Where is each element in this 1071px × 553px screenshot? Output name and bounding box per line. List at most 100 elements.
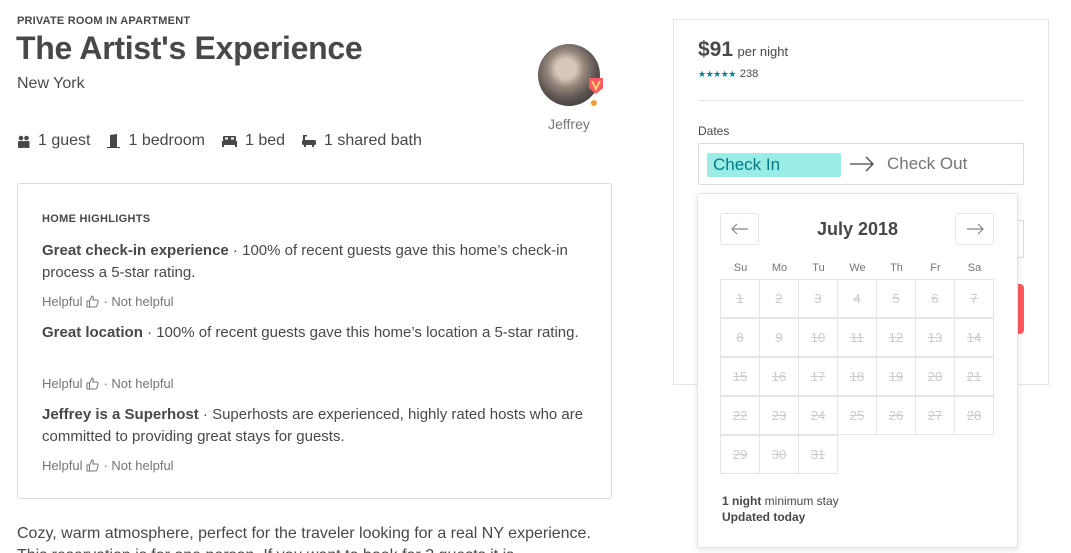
calendar-day-blocked: 9 bbox=[759, 318, 799, 357]
host-name[interactable]: Jeffrey bbox=[532, 116, 606, 132]
door-icon bbox=[107, 134, 121, 148]
highlight-title: Great check-in experience bbox=[42, 242, 229, 259]
calendar-day-blocked: 28 bbox=[954, 396, 994, 435]
calendar-day-blocked: 7 bbox=[954, 279, 994, 318]
check-in-input[interactable]: Check In bbox=[707, 153, 841, 177]
weekday-label: Fr bbox=[930, 262, 941, 274]
superhost-dot-icon bbox=[589, 98, 599, 108]
dates-label: Dates bbox=[698, 124, 730, 138]
minimum-stay-nights: 1 night bbox=[722, 494, 762, 508]
calendar-day-blocked: 6 bbox=[915, 279, 955, 318]
superhost-badge-icon bbox=[589, 78, 603, 94]
calendar-day-blocked: 13 bbox=[915, 318, 955, 357]
thumbs-up-icon[interactable] bbox=[86, 377, 100, 390]
amenity-baths: 1 shared bath bbox=[302, 132, 422, 150]
highlight-feedback: Helpful · Not helpful bbox=[42, 458, 174, 473]
guests-icon bbox=[18, 135, 30, 148]
calendar-updated: Updated today bbox=[722, 510, 806, 524]
minimum-stay-text: minimum stay bbox=[761, 494, 839, 508]
dates-field[interactable]: Check In Check Out bbox=[698, 143, 1024, 185]
listing-description: Cozy, warm atmosphere, perfect for the t… bbox=[17, 525, 591, 553]
calendar-day-blocked: 25 bbox=[837, 396, 877, 435]
review-count[interactable]: 238 bbox=[740, 68, 758, 80]
calendar-day-blocked: 27 bbox=[915, 396, 955, 435]
calendar-day-blocked: 4 bbox=[837, 279, 877, 318]
highlight-feedback: Helpful · Not helpful bbox=[42, 294, 174, 309]
thumbs-up-icon[interactable] bbox=[86, 295, 100, 308]
weekday-label: We bbox=[849, 262, 866, 274]
listing-kicker: PRIVATE ROOM IN APARTMENT bbox=[17, 15, 191, 27]
calendar-day-blocked: 10 bbox=[798, 318, 838, 357]
price-amount: $91 bbox=[698, 38, 734, 61]
nightly-price: $91 per night bbox=[698, 38, 788, 62]
calendar-day-blocked: 29 bbox=[720, 435, 760, 474]
calendar-day-blocked: 31 bbox=[798, 435, 838, 474]
calendar-day-blocked: 26 bbox=[876, 396, 916, 435]
highlight-item: Great check-in experience · 100% of rece… bbox=[42, 240, 587, 284]
arrow-right-icon bbox=[966, 223, 984, 235]
amenity-bedrooms: 1 bedroom bbox=[107, 132, 205, 150]
highlight-text: · 100% of recent guests gave this home’s… bbox=[142, 324, 579, 341]
thumbs-up-icon[interactable] bbox=[86, 459, 100, 472]
calendar-note: 1 night minimum stay Updated today bbox=[722, 493, 839, 525]
host-avatar[interactable] bbox=[538, 44, 603, 108]
highlight-item: Great location · 100% of recent guests g… bbox=[42, 322, 587, 344]
amenity-label: 1 bed bbox=[244, 132, 286, 149]
calendar-day-blocked: 14 bbox=[954, 318, 994, 357]
next-month-button[interactable] bbox=[955, 213, 994, 245]
price-unit: per night bbox=[737, 44, 789, 59]
calendar-day-blocked: 15 bbox=[720, 357, 760, 396]
calendar-day-blocked: 21 bbox=[954, 357, 994, 396]
calendar-day-blocked: 20 bbox=[915, 357, 955, 396]
amenities-row: 1 guest 1 bedroom 1 bed 1 shared bath bbox=[17, 132, 439, 150]
highlight-title: Great location bbox=[42, 324, 143, 341]
calendar-day-blocked: 8 bbox=[720, 318, 760, 357]
check-out-input[interactable]: Check Out bbox=[887, 154, 967, 174]
weekday-label: Mo bbox=[771, 262, 788, 274]
calendar-day-blocked: 24 bbox=[798, 396, 838, 435]
listing-title: The Artist's Experience bbox=[16, 30, 363, 66]
calendar-day-blocked: 17 bbox=[798, 357, 838, 396]
weekday-label: Sa bbox=[967, 262, 982, 274]
highlight-item: Jeffrey is a Superhost · Superhosts are … bbox=[42, 404, 587, 448]
star-rating-icon: ★★★★★ bbox=[698, 68, 736, 79]
date-picker: July 2018 Su Mo Tu We Th Fr Sa 1 2 3 4 5 6 7 8 9 10 11 12… bbox=[697, 193, 1018, 548]
weekday-label: Su bbox=[733, 262, 748, 274]
calendar-day-blocked: 30 bbox=[759, 435, 799, 474]
amenity-label: 1 bedroom bbox=[128, 132, 205, 149]
calendar-day-blocked: 2 bbox=[759, 279, 799, 318]
amenity-guests: 1 guest bbox=[17, 132, 90, 150]
amenity-label: 1 shared bath bbox=[324, 132, 422, 149]
home-highlights-card: HOME HIGHLIGHTS Great check-in experienc… bbox=[17, 183, 612, 499]
arrow-right-icon bbox=[850, 156, 874, 172]
weekday-label: Th bbox=[890, 262, 903, 274]
host-profile[interactable]: Jeffrey bbox=[532, 44, 606, 132]
listing-city: New York bbox=[17, 75, 85, 92]
rating-summary[interactable]: ★★★★★ 238 bbox=[698, 68, 758, 80]
helpful-button[interactable]: Helpful bbox=[42, 376, 82, 391]
amenity-beds: 1 bed bbox=[221, 132, 286, 150]
not-helpful-button[interactable]: · Not helpful bbox=[103, 294, 173, 309]
divider bbox=[698, 100, 1024, 101]
calendar-day-blocked: 5 bbox=[876, 279, 916, 318]
calendar-day-blocked: 19 bbox=[876, 357, 916, 396]
calendar-day-blocked: 18 bbox=[837, 357, 877, 396]
minimum-stay: 1 night minimum stay bbox=[722, 493, 839, 509]
highlights-heading: HOME HIGHLIGHTS bbox=[42, 213, 151, 225]
helpful-button[interactable]: Helpful bbox=[42, 458, 82, 473]
not-helpful-button[interactable]: · Not helpful bbox=[103, 458, 173, 473]
calendar-day-blocked: 23 bbox=[759, 396, 799, 435]
calendar-day-blocked: 16 bbox=[759, 357, 799, 396]
highlight-title: Jeffrey is a Superhost bbox=[42, 406, 199, 423]
amenity-label: 1 guest bbox=[38, 132, 91, 149]
calendar-day-blocked: 12 bbox=[876, 318, 916, 357]
calendar-day-blocked: 11 bbox=[837, 318, 877, 357]
calendar-day-blocked: 3 bbox=[798, 279, 838, 318]
calendar-day-blocked: 1 bbox=[720, 279, 760, 318]
calendar-day-blocked: 22 bbox=[720, 396, 760, 435]
not-helpful-button[interactable]: · Not helpful bbox=[103, 376, 173, 391]
helpful-button[interactable]: Helpful bbox=[42, 294, 82, 309]
weekday-label: Tu bbox=[812, 262, 825, 274]
bed-icon bbox=[221, 136, 237, 147]
bathtub-icon bbox=[302, 135, 317, 147]
